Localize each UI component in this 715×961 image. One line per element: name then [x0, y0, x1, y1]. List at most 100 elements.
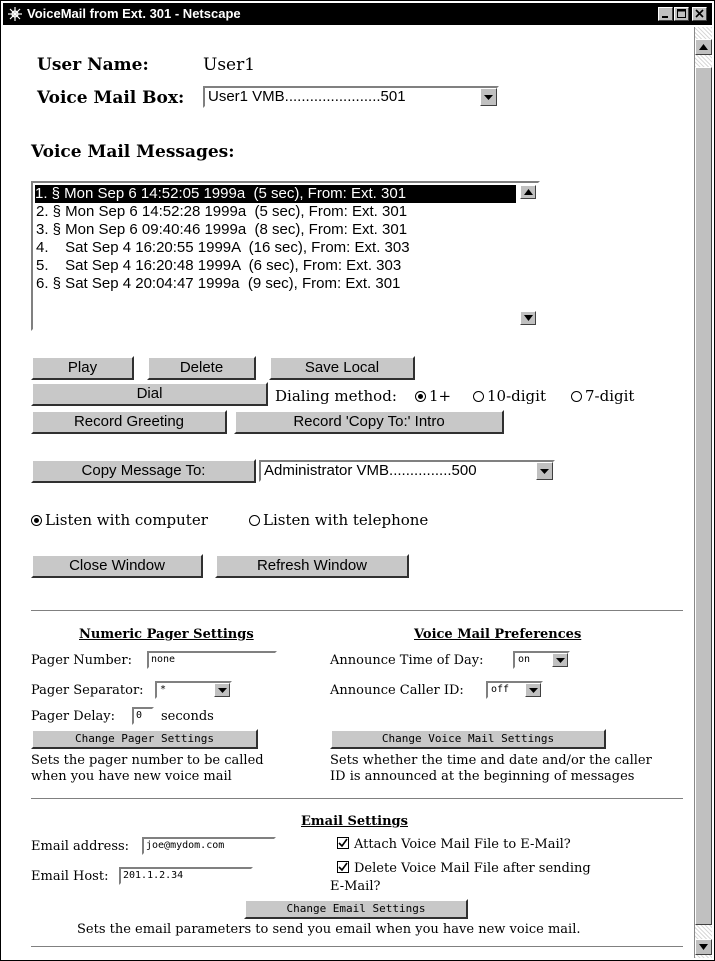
record-greeting-button[interactable]: Record Greeting	[31, 410, 227, 434]
checkmark-icon	[338, 862, 348, 872]
pager-delay-label: Pager Delay:	[31, 709, 116, 724]
delete-file-label-line2: E-Mail?	[330, 879, 381, 894]
email-host-input[interactable]: 201.1.2.34	[119, 867, 253, 885]
message-item[interactable]: 4. Sat Sep 4 16:20:55 1999A (16 sec), Fr…	[36, 239, 516, 257]
message-item[interactable]: 2. § Mon Sep 6 14:52:28 1999a (5 sec), F…	[36, 203, 516, 221]
radio-button[interactable]	[31, 515, 42, 526]
attach-file-option[interactable]: Attach Voice Mail File to E-Mail?	[337, 837, 571, 852]
message-item[interactable]: 5. Sat Sep 4 16:20:48 1999A (6 sec), Fro…	[36, 257, 516, 275]
email-description: Sets the email parameters to send you em…	[77, 922, 581, 937]
message-item[interactable]: 1. § Mon Sep 6 14:52:05 1999a (5 sec), F…	[35, 185, 516, 203]
arrow-up-icon	[524, 189, 533, 195]
copy-target-select[interactable]: Administrator VMB...............500	[259, 460, 555, 482]
dial-option-label: 7-digit	[585, 387, 635, 405]
preferences-description-line2: ID is announced at the beginning of mess…	[330, 769, 635, 784]
mailbox-select[interactable]: User1 VMB.......................501	[203, 86, 499, 108]
pager-number-label: Pager Number:	[31, 653, 132, 668]
listen-telephone-label: Listen with telephone	[263, 511, 429, 529]
dropdown-button[interactable]	[214, 683, 230, 697]
browser-window: VoiceMail from Ext. 301 - Netscape User …	[0, 0, 715, 961]
list-scrollbar[interactable]	[518, 183, 538, 329]
email-address-input[interactable]: joe@mydom.com	[142, 837, 276, 855]
change-email-settings-button[interactable]: Change Email Settings	[244, 899, 468, 919]
announce-caller-label: Announce Caller ID:	[330, 683, 464, 698]
chevron-down-icon	[218, 688, 227, 693]
pager-separator-value: *	[160, 684, 167, 695]
chevron-down-icon	[556, 658, 565, 663]
delete-file-option[interactable]: Delete Voice Mail File after sending	[337, 861, 591, 876]
close-button[interactable]	[692, 7, 707, 21]
close-window-button[interactable]: Close Window	[31, 554, 203, 578]
listen-telephone-option[interactable]: Listen with telephone	[249, 511, 428, 529]
refresh-window-button[interactable]: Refresh Window	[215, 554, 409, 578]
dial-option-10digit[interactable]: 10-digit	[473, 387, 546, 405]
dropdown-button[interactable]	[525, 683, 541, 697]
dialing-method-label: Dialing method:	[275, 387, 397, 405]
record-copy-intro-button[interactable]: Record 'Copy To:' Intro	[234, 410, 504, 434]
maximize-icon	[677, 9, 686, 18]
divider	[31, 946, 683, 948]
dial-button[interactable]: Dial	[31, 382, 268, 406]
copy-target-value: Administrator VMB...............500	[264, 462, 477, 479]
email-heading: Email Settings	[301, 814, 408, 829]
announce-caller-select[interactable]: off	[486, 681, 543, 699]
list-scroll-up-button[interactable]	[520, 185, 536, 199]
preferences-heading: Voice Mail Preferences	[414, 627, 582, 642]
save-local-button[interactable]: Save Local	[269, 356, 415, 380]
dropdown-button[interactable]	[552, 653, 568, 667]
maximize-button[interactable]	[674, 7, 689, 21]
title-bar: VoiceMail from Ext. 301 - Netscape	[3, 3, 712, 25]
netscape-logo-icon	[8, 7, 22, 21]
announce-time-value: on	[518, 654, 531, 665]
attach-file-label: Attach Voice Mail File to E-Mail?	[354, 837, 571, 852]
announce-caller-value: off	[491, 684, 510, 695]
chevron-down-icon	[540, 469, 549, 474]
change-voice-mail-settings-button[interactable]: Change Voice Mail Settings	[330, 729, 606, 749]
divider	[31, 798, 683, 800]
scroll-up-button[interactable]	[695, 39, 712, 55]
pager-delay-input[interactable]: 0	[132, 707, 154, 725]
dial-option-1plus[interactable]: 1+	[415, 387, 451, 405]
radio-button[interactable]	[473, 391, 484, 402]
list-scroll-down-button[interactable]	[520, 311, 536, 325]
delete-file-checkbox[interactable]	[337, 861, 349, 873]
message-item[interactable]: 3. § Mon Sep 6 09:40:46 1999a (8 sec), F…	[36, 221, 516, 239]
email-host-label: Email Host:	[31, 869, 109, 884]
dial-option-label: 1+	[429, 387, 452, 405]
radio-button[interactable]	[571, 391, 582, 402]
minimize-button[interactable]	[658, 7, 673, 21]
dial-option-7digit[interactable]: 7-digit	[571, 387, 634, 405]
pager-separator-select[interactable]: *	[155, 681, 232, 699]
window-title: VoiceMail from Ext. 301 - Netscape	[27, 6, 241, 21]
attach-file-checkbox[interactable]	[337, 837, 349, 849]
play-button[interactable]: Play	[31, 356, 134, 380]
radio-button[interactable]	[249, 515, 260, 526]
pager-number-input[interactable]: none	[147, 651, 277, 669]
dropdown-button[interactable]	[480, 88, 497, 106]
chevron-down-icon	[484, 95, 493, 100]
pager-heading: Numeric Pager Settings	[79, 627, 254, 642]
listen-computer-option[interactable]: Listen with computer	[31, 511, 208, 529]
chevron-down-icon	[529, 688, 538, 693]
announce-time-select[interactable]: on	[513, 651, 570, 669]
user-name-label: User Name:	[37, 55, 149, 75]
radio-button[interactable]	[415, 391, 426, 402]
dropdown-button[interactable]	[536, 462, 553, 480]
minimize-icon	[662, 16, 668, 18]
user-name-value: User1	[203, 55, 256, 75]
dial-option-label: 10-digit	[487, 387, 546, 405]
pager-description-line2: when you have new voice mail	[31, 769, 232, 784]
checkmark-icon	[338, 838, 348, 848]
scroll-down-button[interactable]	[695, 939, 712, 955]
delete-button[interactable]: Delete	[147, 356, 256, 380]
change-pager-settings-button[interactable]: Change Pager Settings	[31, 729, 258, 749]
scroll-thumb[interactable]	[695, 67, 712, 925]
close-icon	[695, 9, 704, 18]
window-scrollbar[interactable]	[694, 27, 712, 958]
pager-delay-unit: seconds	[161, 709, 214, 724]
announce-time-label: Announce Time of Day:	[330, 653, 484, 668]
copy-message-button[interactable]: Copy Message To:	[31, 459, 256, 483]
messages-listbox[interactable]: 1. § Mon Sep 6 14:52:05 1999a (5 sec), F…	[31, 181, 540, 331]
message-item[interactable]: 6. § Sat Sep 4 20:04:47 1999a (9 sec), F…	[36, 275, 516, 293]
pager-description-line1: Sets the pager number to be called	[31, 753, 264, 768]
